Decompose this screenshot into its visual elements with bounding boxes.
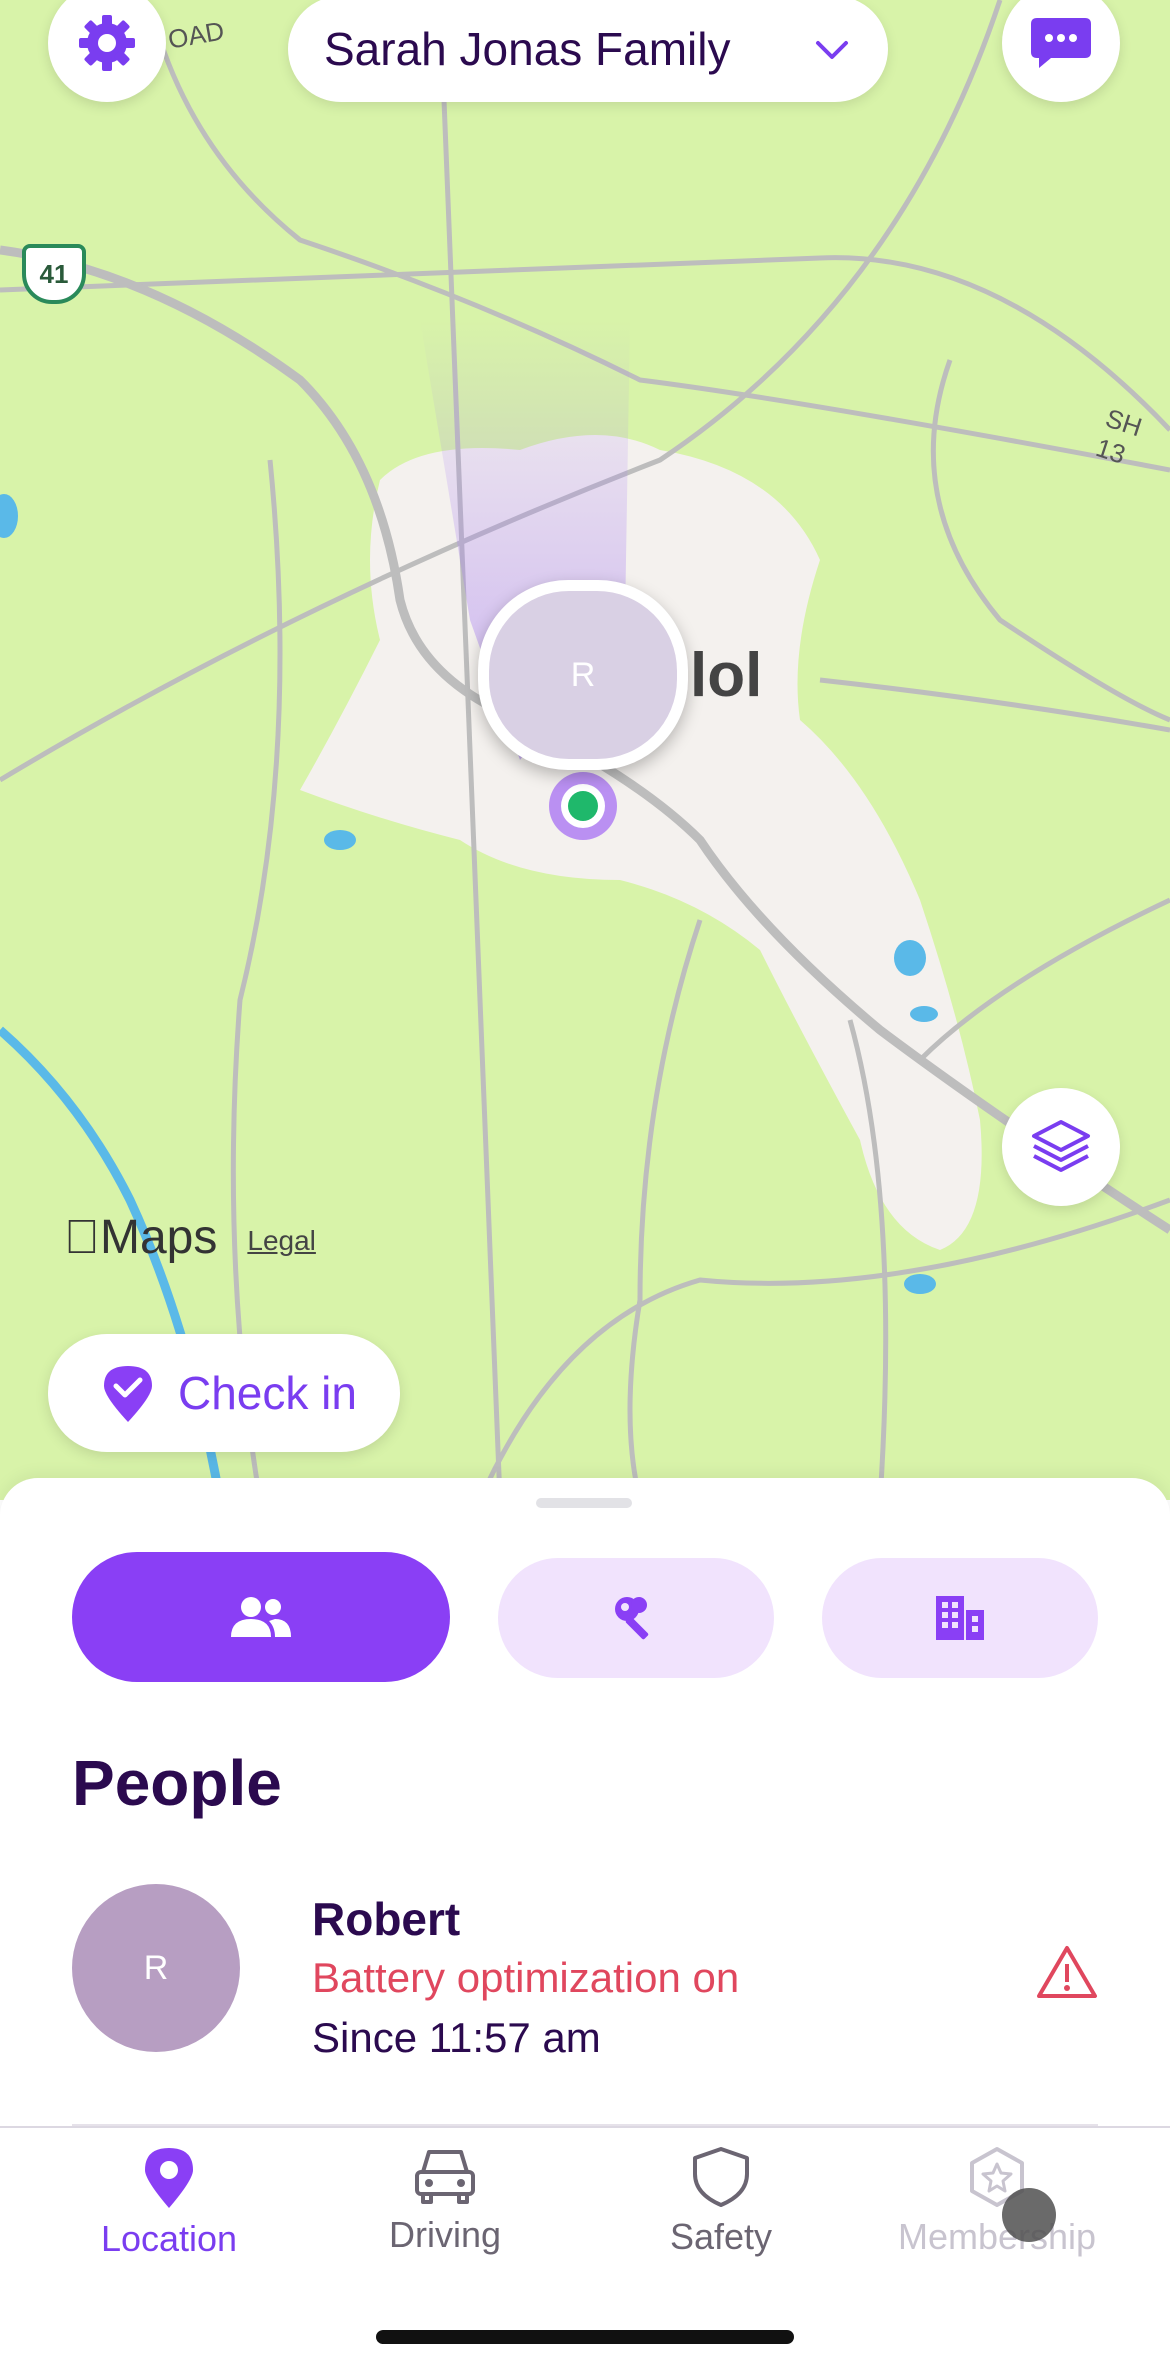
check-in-button[interactable]: Check in <box>48 1334 400 1452</box>
segment-items[interactable] <box>498 1558 774 1678</box>
check-in-label: Check in <box>178 1367 357 1419</box>
layers-icon <box>1032 1120 1090 1172</box>
tab-label: Location <box>100 2218 238 2259</box>
segment-places[interactable] <box>822 1558 1098 1678</box>
circle-switcher[interactable]: Sarah Jonas Family <box>288 0 888 102</box>
road <box>477 1197 1170 1500</box>
tab-label: Membership <box>897 2216 1097 2257</box>
tab-safety[interactable]: Safety <box>596 2146 846 2258</box>
keys-icon <box>615 1597 649 1640</box>
maps-attribution: Maps Legal <box>64 1210 316 1265</box>
tab-label: Driving <box>388 2214 502 2255</box>
sheet-grabber[interactable] <box>536 1498 632 1508</box>
pond <box>324 830 356 850</box>
circle-name: Sarah Jonas Family <box>324 23 731 75</box>
person-last-seen: Since 11:57 am <box>312 2014 601 2061</box>
warning-triangle-icon[interactable] <box>1036 1944 1098 2000</box>
car-icon <box>415 2150 475 2204</box>
member-pin-avatar: R <box>489 591 677 759</box>
urban-area <box>300 435 982 1250</box>
location-dot <box>568 791 598 821</box>
road <box>157 39 1170 473</box>
map-layers-button[interactable] <box>1002 1088 1120 1206</box>
chevron-down-icon <box>816 41 848 59</box>
avatar: R <box>72 1884 240 2052</box>
location-pin-icon <box>145 2148 193 2208</box>
home-indicator[interactable] <box>376 2330 794 2344</box>
tab-driving[interactable]: Driving <box>320 2146 570 2256</box>
section-title: People <box>72 1747 282 1819</box>
pond <box>910 1006 938 1022</box>
highway-shield-number: 41 <box>39 258 69 289</box>
pond <box>904 1274 936 1294</box>
apple-icon:  <box>64 1211 100 1264</box>
pond <box>894 940 926 976</box>
touch-indicator <box>1002 2188 1056 2242</box>
shield-icon <box>693 2147 749 2207</box>
tab-membership[interactable]: Membership <box>872 2146 1122 2258</box>
person-list-item[interactable]: R Robert Battery optimization on Since 1… <box>72 1884 1098 2061</box>
location-check-icon <box>104 1366 152 1422</box>
people-icon <box>231 1597 291 1637</box>
gear-icon <box>79 15 135 71</box>
chat-bubble-icon <box>1031 18 1091 68</box>
person-name: Robert <box>312 1893 461 1945</box>
member-map-pin[interactable]: R <box>478 580 688 770</box>
legal-link[interactable]: Legal <box>247 1225 316 1265</box>
highway-shield: 41 <box>22 244 86 304</box>
map-view[interactable]: OAD 41 SH 13 lol R Maps Legal <box>0 0 1170 1500</box>
place-label: lol <box>690 641 763 710</box>
tab-label: Safety <box>669 2216 773 2257</box>
segment-people[interactable] <box>72 1552 450 1682</box>
tab-location[interactable]: Location <box>44 2146 294 2260</box>
buildings-icon <box>936 1596 984 1640</box>
apple-maps-logo: Maps <box>64 1211 217 1264</box>
pond <box>0 494 18 538</box>
road <box>627 919 703 1500</box>
person-status: Battery optimization on <box>312 1954 740 2001</box>
road <box>819 677 1170 733</box>
